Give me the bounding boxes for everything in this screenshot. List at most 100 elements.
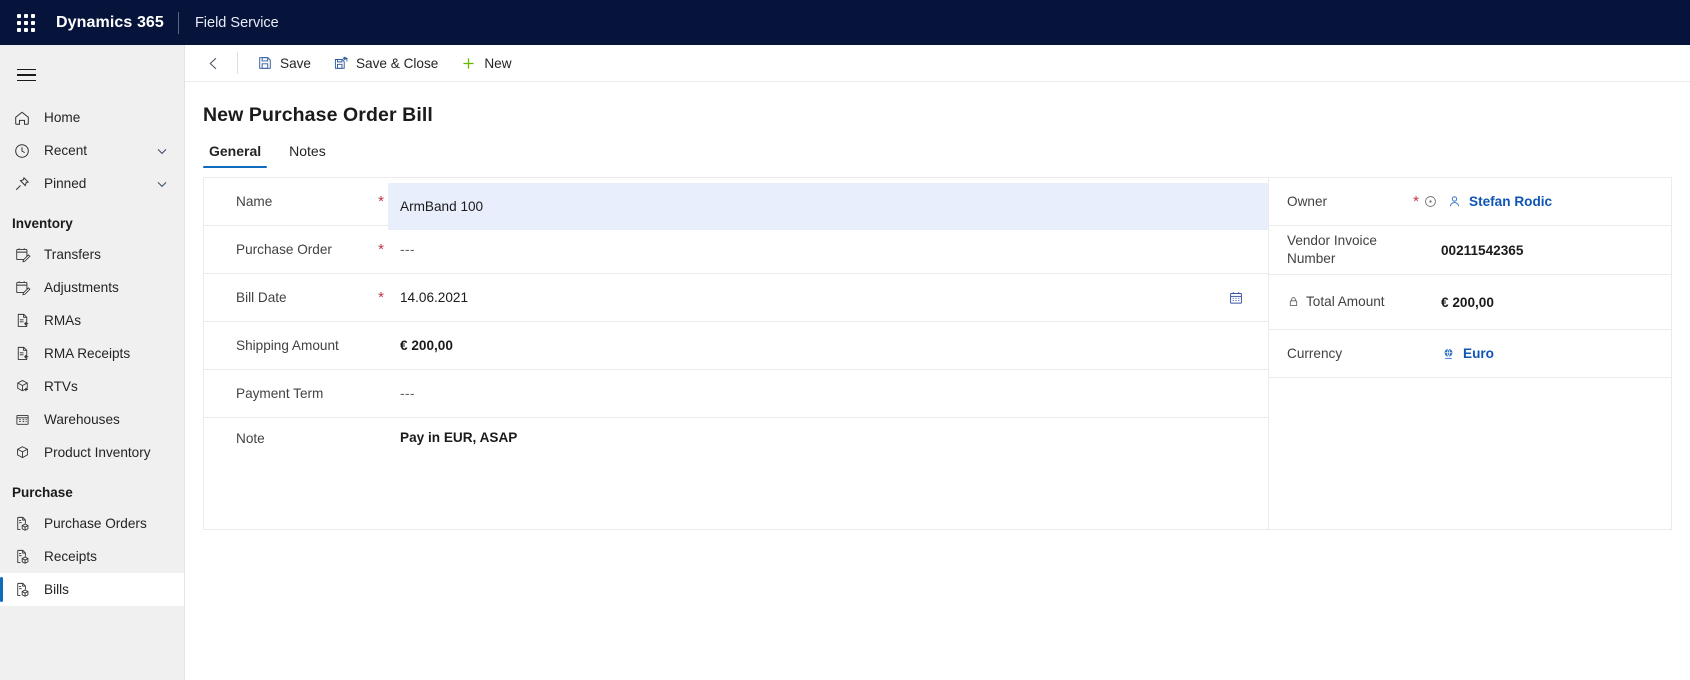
sidebar-item-pinned[interactable]: Pinned — [0, 167, 184, 200]
form-tabs: General Notes — [185, 140, 1690, 168]
form-card: Name * ArmBand 100 Purchase Order * --- … — [203, 177, 1672, 530]
owner-name: Stefan Rodic — [1469, 194, 1553, 209]
transfers-icon — [12, 245, 32, 265]
note-input[interactable]: Pay in EUR, ASAP — [388, 418, 1268, 458]
sidebar-item-label: Adjustments — [44, 280, 119, 295]
sidebar-item-label: Bills — [44, 582, 69, 597]
shipping-amount-input[interactable]: € 200,00 — [388, 322, 1268, 369]
form-left-spacer — [204, 458, 1268, 529]
rma-icon — [12, 311, 32, 331]
sidebar-group-inventory: Inventory — [12, 216, 73, 231]
sidebar-item-recent[interactable]: Recent — [0, 134, 184, 167]
adjustments-icon — [12, 278, 32, 298]
field-row-note: Note Pay in EUR, ASAP — [204, 418, 1268, 458]
chevron-down-icon[interactable] — [154, 143, 170, 159]
hamburger-menu-icon[interactable] — [6, 55, 46, 95]
form-right-spacer — [1269, 378, 1671, 529]
plus-icon — [460, 55, 477, 72]
app-name-label[interactable]: Field Service — [179, 15, 279, 31]
field-row-payment-term: Payment Term --- — [204, 370, 1268, 418]
home-icon — [12, 108, 32, 128]
save-and-close-button[interactable]: Save & Close — [322, 48, 449, 78]
form-column-left: Name * ArmBand 100 Purchase Order * --- … — [204, 178, 1269, 529]
command-bar: Save Save & Close New — [185, 45, 1690, 82]
sidebar-item-rmas[interactable]: RMAs — [0, 304, 184, 337]
sidebar-navigation: Home Recent Pinned Inventory Transfers A… — [0, 45, 185, 680]
save-button-label: Save — [280, 55, 311, 71]
sidebar-item-label: Home — [44, 110, 81, 125]
bill-date-input[interactable]: 14.06.2021 — [388, 274, 1228, 321]
back-arrow-icon[interactable] — [195, 48, 231, 78]
currency-link[interactable]: Euro — [1441, 346, 1494, 361]
sidebar-item-label: Pinned — [44, 176, 87, 191]
field-label-owner: Owner — [1287, 193, 1328, 209]
sidebar-item-purchase-orders[interactable]: Purchase Orders — [0, 507, 184, 540]
main-content: Save Save & Close New New Purchase Order… — [185, 45, 1690, 680]
sidebar-item-rtvs[interactable]: RTVs — [0, 370, 184, 403]
person-icon — [1447, 194, 1462, 209]
sidebar-item-label: RMAs — [44, 313, 82, 328]
total-amount-label-text: Total Amount — [1306, 294, 1385, 310]
currency-lookup[interactable]: Euro — [1423, 330, 1671, 377]
field-row-total-amount: Total Amount € 200,00 — [1269, 275, 1671, 330]
field-label-bill-date: Bill Date — [236, 289, 287, 305]
sidebar-item-label: Purchase Orders — [44, 516, 147, 531]
bills-icon — [12, 580, 32, 600]
field-row-owner: Owner * Stefan Rodic — [1269, 178, 1671, 226]
page-title: New Purchase Order Bill — [203, 104, 433, 126]
field-label-total-amount: Total Amount — [1269, 293, 1409, 311]
name-input[interactable]: ArmBand 100 — [388, 183, 1268, 230]
rtv-box-icon — [12, 377, 32, 397]
save-button[interactable]: Save — [246, 48, 322, 78]
app-header-bar: Dynamics 365 Field Service — [0, 0, 1690, 45]
sidebar-item-product-inventory[interactable]: Product Inventory — [0, 436, 184, 469]
sidebar-item-label: RMA Receipts — [44, 346, 131, 361]
sidebar-item-transfers[interactable]: Transfers — [0, 238, 184, 271]
owner-lookup[interactable]: Stefan Rodic — [1440, 178, 1671, 225]
field-row-currency: Currency Euro — [1269, 330, 1671, 378]
waffle-grid-icon[interactable] — [12, 9, 40, 37]
sidebar-group-purchase: Purchase — [12, 485, 73, 500]
sidebar-item-label: RTVs — [44, 379, 78, 394]
tab-notes[interactable]: Notes — [283, 140, 332, 168]
field-row-bill-date: Bill Date * 14.06.2021 — [204, 274, 1268, 322]
brand-title[interactable]: Dynamics 365 — [50, 14, 178, 32]
total-amount-value: € 200,00 — [1441, 294, 1494, 310]
field-label-name: Name — [236, 193, 273, 209]
sidebar-item-receipts[interactable]: Receipts — [0, 540, 184, 573]
sidebar-item-label: Warehouses — [44, 412, 120, 427]
sidebar-item-label: Recent — [44, 143, 88, 158]
calendar-icon[interactable] — [1228, 290, 1268, 306]
field-label-note: Note — [236, 431, 265, 446]
save-disk-icon — [257, 55, 273, 71]
chevron-down-icon[interactable] — [154, 176, 170, 192]
payment-term-lookup[interactable]: --- — [388, 370, 1268, 417]
clock-recent-icon[interactable] — [1423, 194, 1438, 209]
sidebar-item-rma-receipts[interactable]: RMA Receipts — [0, 337, 184, 370]
new-button[interactable]: New — [449, 48, 522, 78]
required-indicator: * — [1413, 193, 1419, 210]
field-label-purchase-order: Purchase Order — [236, 241, 332, 257]
sidebar-item-adjustments[interactable]: Adjustments — [0, 271, 184, 304]
owner-row-icons — [1423, 194, 1440, 209]
warehouse-icon — [12, 410, 32, 430]
sidebar-item-label: Product Inventory — [44, 445, 151, 460]
field-label-shipping-amount: Shipping Amount — [236, 337, 339, 353]
field-label-payment-term: Payment Term — [236, 385, 324, 401]
purchase-order-lookup[interactable]: --- — [388, 226, 1268, 273]
field-label-vendor-invoice-number: Vendor Invoice Number — [1287, 233, 1377, 266]
tab-general[interactable]: General — [203, 140, 268, 168]
owner-link[interactable]: Stefan Rodic — [1447, 194, 1552, 209]
lock-icon — [1287, 295, 1300, 308]
field-row-purchase-order: Purchase Order * --- — [204, 226, 1268, 274]
sidebar-item-bills[interactable]: Bills — [0, 573, 184, 606]
field-row-name: Name * ArmBand 100 — [204, 178, 1268, 230]
sidebar-item-warehouses[interactable]: Warehouses — [0, 403, 184, 436]
vendor-invoice-number-input[interactable]: 00211542365 — [1423, 226, 1671, 274]
sidebar-item-label: Transfers — [44, 247, 101, 262]
sidebar-item-home[interactable]: Home — [0, 101, 184, 134]
pin-icon — [12, 174, 32, 194]
product-box-icon — [12, 443, 32, 463]
clock-icon — [12, 141, 32, 161]
command-separator — [237, 52, 238, 74]
